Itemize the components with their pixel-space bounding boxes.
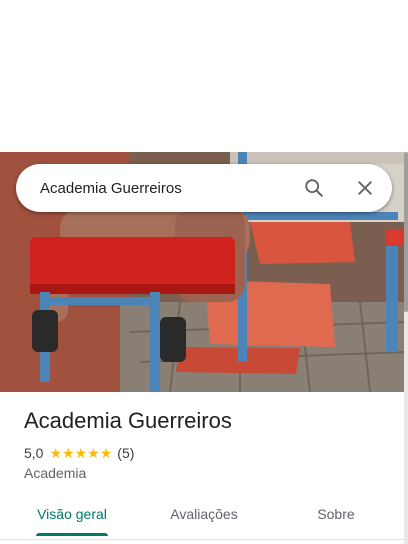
search-icon bbox=[305, 179, 323, 197]
star-icon: ★ bbox=[62, 445, 75, 461]
star-rating: ★ ★ ★ ★ ★ bbox=[49, 446, 112, 460]
search-input[interactable] bbox=[40, 164, 290, 212]
place-category: Academia bbox=[24, 465, 87, 481]
star-icon: ★ bbox=[99, 445, 113, 461]
close-icon bbox=[358, 181, 372, 195]
active-tab-indicator bbox=[36, 533, 108, 536]
scrollbar-thumb[interactable] bbox=[404, 152, 408, 312]
rating-value: 5,0 bbox=[24, 445, 44, 461]
star-icon: ★ bbox=[74, 445, 88, 461]
rating-row[interactable]: 5,0 ★ ★ ★ ★ ★ (5) bbox=[24, 444, 134, 462]
place-tabs: Visão geral Avaliações Sobre bbox=[0, 496, 404, 536]
tab-about[interactable]: Sobre bbox=[264, 496, 408, 532]
search-button[interactable] bbox=[298, 172, 330, 204]
tabs-divider bbox=[0, 539, 404, 540]
search-box[interactable] bbox=[16, 164, 392, 212]
tab-reviews[interactable]: Avaliações bbox=[144, 496, 264, 532]
review-count[interactable]: (5) bbox=[117, 445, 134, 461]
tab-overview[interactable]: Visão geral bbox=[0, 496, 144, 532]
star-icon: ★ bbox=[87, 445, 100, 461]
place-title: Academia Guerreiros bbox=[24, 408, 232, 433]
map-blank-area bbox=[0, 0, 408, 152]
close-button[interactable] bbox=[349, 172, 381, 204]
star-icon: ★ bbox=[49, 445, 63, 461]
